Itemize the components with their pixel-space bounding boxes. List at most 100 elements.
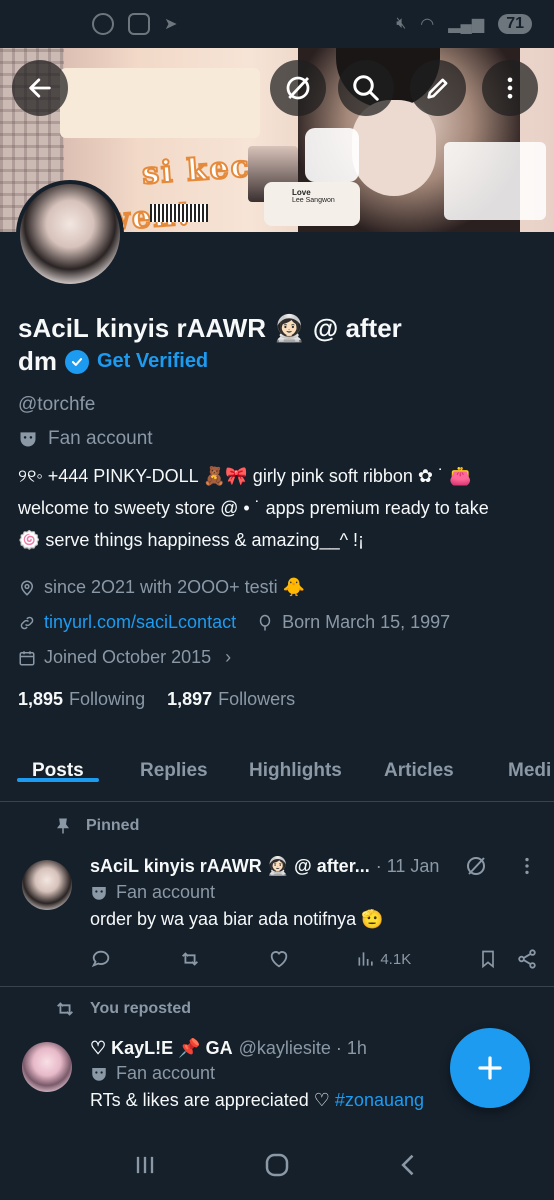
whatsapp-icon xyxy=(92,13,114,35)
mute-icon: 🔇︎ xyxy=(396,15,407,32)
user-handle: @torchfe xyxy=(18,394,96,415)
post-avatar[interactable] xyxy=(22,860,72,910)
post-right-actions xyxy=(478,948,538,970)
balloon-icon xyxy=(259,614,271,630)
category-label: Fan account xyxy=(48,428,153,449)
edit-button[interactable] xyxy=(410,60,466,116)
status-bar: ➤ 🔇︎ ◠ ▂▄▆ 71 xyxy=(0,0,554,48)
verified-badge-icon[interactable] xyxy=(65,349,89,374)
profile-link[interactable]: tinyurl.com/saciLcontact xyxy=(44,605,236,640)
post-author-name[interactable]: sAciL kinyis rAAWR 👩🏻‍🚀 @ after... xyxy=(90,856,370,877)
theater-mask-icon xyxy=(92,886,106,900)
music-artist: Lee Sangwon xyxy=(292,197,335,204)
post-category: Fan account xyxy=(116,1063,216,1083)
post-body: sAciL kinyis rAAWR 👩🏻‍🚀 @ after... · 11 … xyxy=(90,854,538,970)
status-left: ➤ xyxy=(92,13,177,35)
post-pinned[interactable]: Pinned sAciL kinyis rAAWR 👩🏻‍🚀 @ after..… xyxy=(0,816,554,984)
post-more-icon[interactable] xyxy=(516,855,538,877)
post-actions: 4.1K xyxy=(90,948,538,970)
following-label: Following xyxy=(69,689,146,709)
avatar-image xyxy=(20,184,120,284)
post-text: RTs & likes are appreciated ♡ xyxy=(90,1090,335,1110)
repost-icon xyxy=(57,1002,73,1016)
back-icon xyxy=(29,78,51,98)
grok-icon[interactable] xyxy=(464,854,488,878)
like-button[interactable] xyxy=(268,948,290,970)
grok-icon xyxy=(286,76,310,100)
search-button[interactable] xyxy=(338,60,394,116)
reposted-label-row: You reposted xyxy=(0,998,554,1020)
reply-button[interactable] xyxy=(90,948,112,970)
display-name-line2-row: dm Get Verified xyxy=(18,345,538,378)
edit-icon xyxy=(427,78,448,99)
more-button[interactable] xyxy=(482,60,538,116)
telegram-icon: ➤ xyxy=(164,16,178,33)
share-icon[interactable] xyxy=(516,948,538,970)
tab-highlights[interactable]: Highlights xyxy=(249,740,342,782)
display-name-line2: dm xyxy=(18,346,57,376)
theater-mask-icon xyxy=(92,1067,106,1081)
recent-apps-icon[interactable] xyxy=(131,1151,159,1179)
pinned-label-row: Pinned xyxy=(0,816,554,836)
compose-button[interactable] xyxy=(450,1028,530,1108)
grok-button[interactable] xyxy=(270,60,326,116)
battery-indicator: 71 xyxy=(498,14,532,34)
followers-count: 1,897 xyxy=(167,689,213,709)
following-link[interactable]: 1,895 Following xyxy=(18,689,145,710)
heart-icon xyxy=(270,951,287,968)
category-row: Fan account xyxy=(18,428,538,450)
back-button[interactable] xyxy=(12,60,68,116)
system-back-icon[interactable] xyxy=(395,1151,423,1179)
post-header: sAciL kinyis rAAWR 👩🏻‍🚀 @ after... · 11 … xyxy=(90,854,538,878)
pin-icon xyxy=(57,818,69,834)
banner-barcode xyxy=(150,204,208,222)
calendar-icon xyxy=(19,650,35,665)
chevron-right-icon: › xyxy=(225,647,232,667)
pinned-label: Pinned xyxy=(86,817,140,834)
home-icon[interactable] xyxy=(262,1150,292,1180)
follow-counts: 1,895 Following 1,897 Followers xyxy=(18,689,538,710)
banner-heart-frame xyxy=(305,128,359,182)
profile-avatar[interactable] xyxy=(16,180,124,288)
post-avatar[interactable] xyxy=(22,1042,72,1092)
reposted-label: You reposted xyxy=(90,1000,192,1017)
location-text: since 2O21 with 2OOO+ testi 🐥 xyxy=(44,577,306,597)
banner-music-card: Love Lee Sangwon xyxy=(264,182,360,226)
followers-label: Followers xyxy=(218,689,296,709)
post-category-row: Fan account xyxy=(90,882,538,903)
post-time: · 11 Jan xyxy=(375,855,440,876)
profile-tabs: Posts Replies Highlights Articles Medi xyxy=(0,740,554,802)
tab-media[interactable]: Medi xyxy=(508,740,551,782)
tab-articles[interactable]: Articles xyxy=(384,740,454,782)
bio: ୨୧◦ +444 PINKY-DOLL 🧸🎀 girly pink soft r… xyxy=(18,460,538,556)
reply-icon xyxy=(91,950,110,968)
views-icon xyxy=(358,952,374,966)
post-hashtag[interactable]: #zonauang xyxy=(335,1090,424,1110)
get-verified-link[interactable]: Get Verified xyxy=(97,345,208,378)
link-birthday-row: tinyurl.com/saciLcontact Born March 15, … xyxy=(18,605,538,640)
views-count: 4.1K xyxy=(380,950,412,968)
bookmark-icon[interactable] xyxy=(478,948,498,970)
following-count: 1,895 xyxy=(18,689,64,709)
plus-icon xyxy=(478,1056,502,1080)
signal-icon: ▂▄▆ xyxy=(448,16,485,33)
post-author-name[interactable]: ♡ KayL!E 📌 GA xyxy=(90,1038,233,1059)
joined-row[interactable]: Joined October 2015 › xyxy=(18,640,538,675)
joined-text: Joined October 2015 xyxy=(44,647,212,667)
location-icon xyxy=(20,580,34,596)
tab-posts[interactable]: Posts xyxy=(17,740,99,782)
system-nav-bar xyxy=(0,1130,554,1200)
display-name-line1: sAciL kinyis rAAWR 👩🏻‍🚀 @ after xyxy=(18,313,402,343)
post-text: order by wa yaa biar ada notifnya 🫡 xyxy=(90,909,384,929)
link-icon xyxy=(20,616,34,629)
wifi-icon: ◠ xyxy=(420,16,435,33)
repost-button[interactable] xyxy=(179,948,201,970)
theater-mask-icon xyxy=(20,432,36,447)
location-row: since 2O21 with 2OOO+ testi 🐥 xyxy=(18,570,538,605)
repost-icon xyxy=(181,952,198,966)
profile-meta: since 2O21 with 2OOO+ testi 🐥 tinyurl.co… xyxy=(18,570,538,675)
tab-replies[interactable]: Replies xyxy=(140,740,208,782)
search-icon xyxy=(353,75,379,101)
followers-link[interactable]: 1,897 Followers xyxy=(167,689,295,710)
views-button[interactable]: 4.1K xyxy=(356,949,411,969)
